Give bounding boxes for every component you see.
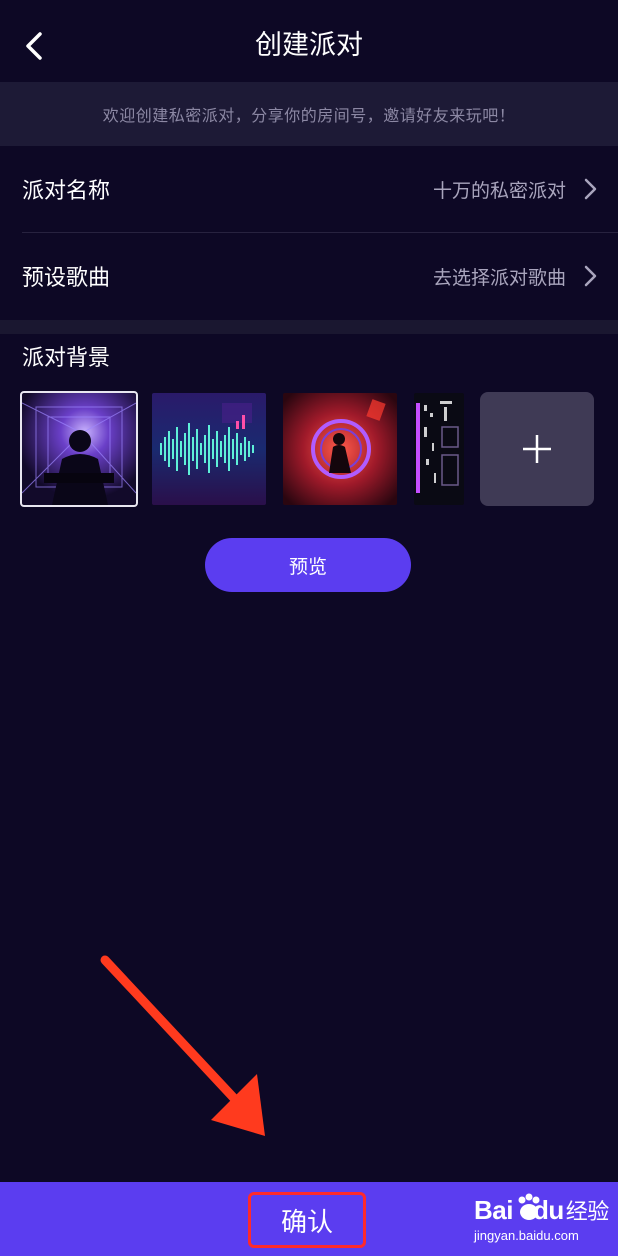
background-thumb-wave[interactable] [152,393,266,505]
preview-button[interactable]: 预览 [205,538,411,592]
welcome-text: 欢迎创建私密派对，分享你的房间号，邀请好友来玩吧！ [102,106,516,125]
neon-panel-thumb [414,393,464,505]
annotation-arrow [100,955,265,1136]
section-separator [0,320,618,334]
plus-icon [523,435,551,463]
background-thumb-red[interactable] [283,393,397,505]
preset-song-label: 预设歌曲 [22,266,111,291]
red-club-thumb [283,393,397,505]
preset-song-row[interactable]: 预设歌曲 去选择派对歌曲 [0,233,618,319]
dj-silhouette-thumb [22,393,136,505]
preset-song-value: 去选择派对歌曲 [432,266,566,289]
baidu-watermark: Bai du经验 jingyan.baidu.com [474,1190,612,1252]
background-thumb-dj[interactable] [20,391,138,507]
chevron-right-icon [584,178,597,200]
party-name-row[interactable]: 派对名称 十万的私密派对 [0,146,618,232]
party-name-value: 十万的私密派对 [432,179,566,202]
watermark-url: jingyan.baidu.com [474,1228,579,1243]
sound-wave-thumb [152,393,266,505]
background-section-title: 派对背景 [22,346,111,371]
top-bar: 创建派对 [0,0,618,92]
paw-icon [518,1193,540,1220]
background-thumb-neon[interactable] [414,393,464,505]
add-background-button[interactable] [480,392,594,506]
welcome-banner: 欢迎创建私密派对，分享你的房间号，邀请好友来玩吧！ [0,82,618,146]
chevron-right-icon [584,265,597,287]
confirm-button[interactable]: 确认 [248,1192,366,1248]
page-title: 创建派对 [255,30,363,61]
party-name-label: 派对名称 [22,179,111,204]
